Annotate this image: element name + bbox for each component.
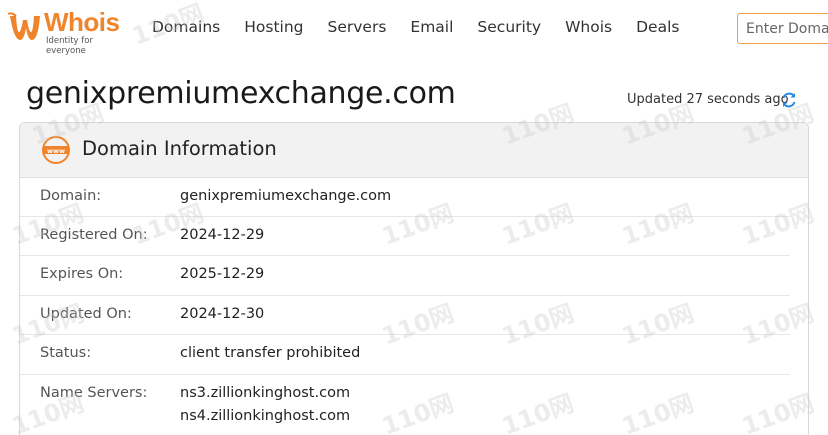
main-nav: Domains Hosting Servers Email Security W… [152,18,703,36]
registered-on-value: 2024-12-29 [180,227,265,243]
refresh-icon[interactable] [780,91,798,109]
updated-status: Updated 27 seconds ago [627,92,789,107]
logo-tagline: Identity for everyone [46,36,93,56]
updated-on-label: Updated On: [40,306,132,322]
table-row: Expires On: 2025-12-29 [20,256,790,296]
nav-deals[interactable]: Deals [636,18,679,36]
name-server-2: ns4.zillionkinghost.com [180,408,351,424]
nav-email[interactable]: Email [410,18,453,36]
whois-logo[interactable]: Whois Identity for everyone [6,6,128,56]
nav-servers[interactable]: Servers [328,18,387,36]
table-row: Domain: genixpremiumexchange.com [20,178,790,217]
svg-text:www: www [47,147,65,155]
name-server-1: ns3.zillionkinghost.com [180,385,351,401]
expires-on-value: 2025-12-29 [180,266,265,282]
domain-value: genixpremiumexchange.com [180,188,392,204]
table-row: Updated On: 2024-12-30 [20,296,790,335]
expires-on-label: Expires On: [40,266,124,282]
status-value: client transfer prohibited [180,345,361,361]
nav-whois[interactable]: Whois [565,18,612,36]
nav-hosting[interactable]: Hosting [244,18,303,36]
domain-search-input[interactable] [737,13,828,44]
www-icon: www [42,136,70,164]
updated-on-value: 2024-12-30 [180,306,265,322]
nav-domains[interactable]: Domains [152,18,220,36]
domain-information-card: www Domain Information Domain: genixprem… [19,122,809,435]
page-title: genixpremiumexchange.com [26,76,456,111]
site-header: Whois Identity for everyone Domains Host… [0,0,828,57]
table-row: Name Servers: ns3.zillionkinghost.com ns… [20,375,790,435]
card-title: Domain Information [82,137,277,160]
status-label: Status: [40,345,92,361]
card-header: www Domain Information [20,123,808,178]
table-row: Registered On: 2024-12-29 [20,217,790,256]
name-servers-label: Name Servers: [40,385,148,401]
table-row: Status: client transfer prohibited [20,335,790,375]
domain-label: Domain: [40,188,102,204]
logo-wordmark: Whois [44,7,120,37]
registered-on-label: Registered On: [40,227,148,243]
nav-security[interactable]: Security [477,18,541,36]
whois-logo-mark-icon [7,12,40,40]
